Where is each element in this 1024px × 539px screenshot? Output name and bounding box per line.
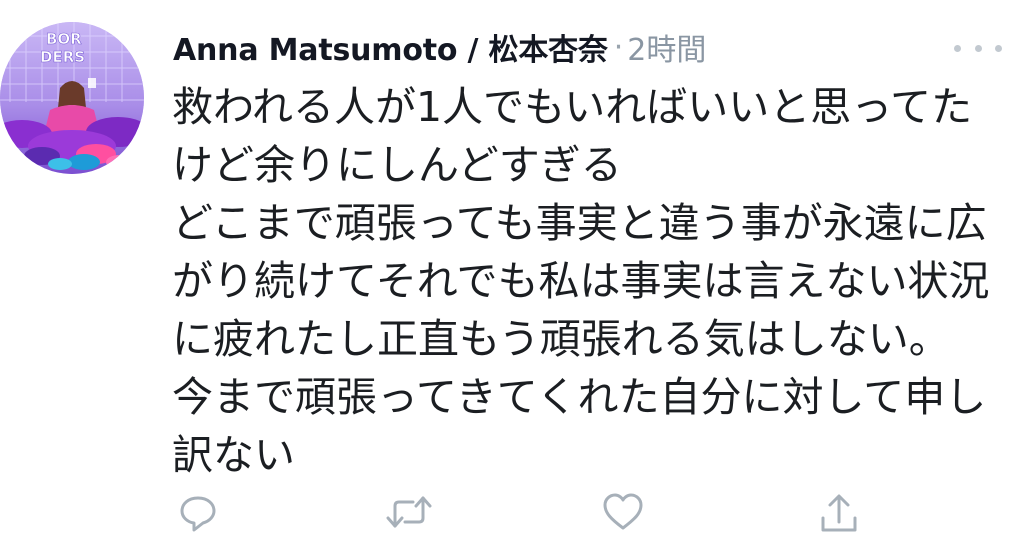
tweet-text-line: 救われる人が1人でもいればいいと思ってた [172,83,973,131]
more-options-button[interactable] [954,36,1002,60]
more-dot-icon [995,44,1002,52]
heart-icon [603,493,643,530]
tweet-text-line: 今まで頑張ってきてくれた自分に対して申し [172,373,987,421]
retweet-button[interactable] [384,492,434,539]
more-dot-icon [954,44,961,52]
timestamp[interactable]: 2時間 [627,25,706,69]
tweet-text: 救われる人が1人でもいればいいと思ってた けど余りにしんどすぎる どこまで頑張っ… [172,78,1012,484]
more-dot-icon [974,44,982,52]
tweet-text-line: に疲れたし正直もう頑張れる気はしない。 [172,315,950,363]
tweet-text-line: 訳ない [172,431,295,479]
author-name[interactable]: Anna Matsumoto / 松本杏奈 [173,25,608,69]
tweet-header: Anna Matsumoto / 松本杏奈 · 2時間 [173,22,706,72]
share-icon [821,494,857,532]
avatar-sign-text-1: BOR [46,30,82,48]
tweet: BOR DERS Anna Matsumoto / 松本杏奈 · 2時間 救われ… [0,0,1024,539]
tweet-actions [0,492,1024,539]
tweet-text-line: どこまで頑張っても事実と違う事が永遠に広 [172,199,987,247]
retweet-icon [386,496,432,528]
avatar[interactable]: BOR DERS [0,22,144,174]
tweet-text-line: がり続けてそれでも私は事実は言えない状況 [172,257,990,305]
share-button[interactable] [814,492,864,539]
avatar-image: BOR DERS [0,22,144,174]
reply-icon [180,496,216,532]
tweet-text-line: けど余りにしんどすぎる [172,141,622,189]
like-button[interactable] [598,492,648,539]
avatar-sign-text-2: DERS [40,48,85,66]
reply-button[interactable] [173,492,223,539]
header-separator: · [613,29,624,65]
